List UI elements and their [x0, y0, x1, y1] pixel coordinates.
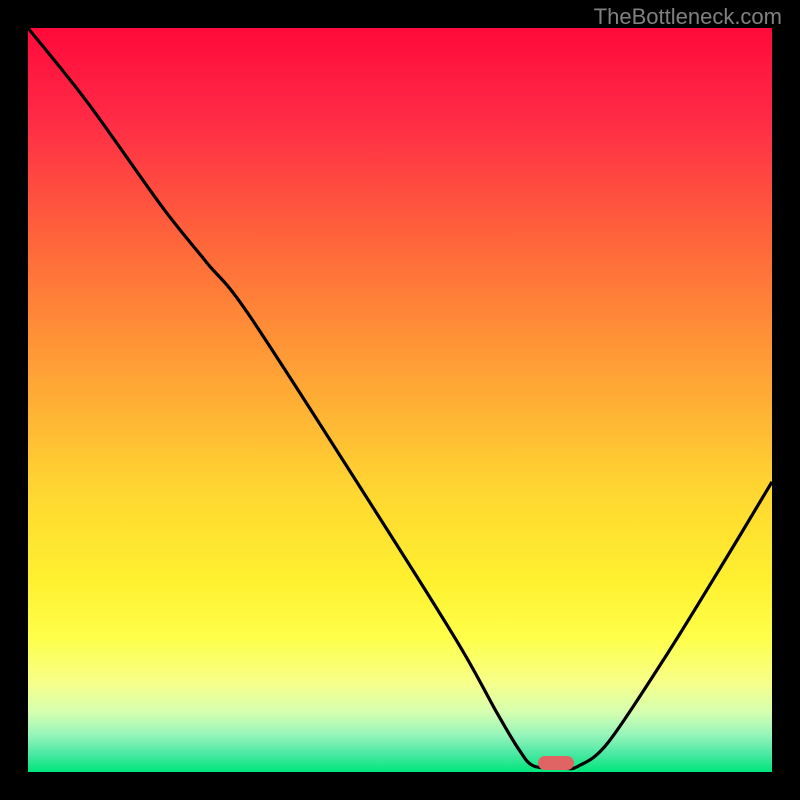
bottleneck-curve [28, 28, 772, 769]
watermark-text: TheBottleneck.com [594, 4, 782, 30]
chart-area [28, 28, 772, 772]
curve-overlay [28, 28, 772, 772]
optimal-marker [538, 756, 574, 770]
